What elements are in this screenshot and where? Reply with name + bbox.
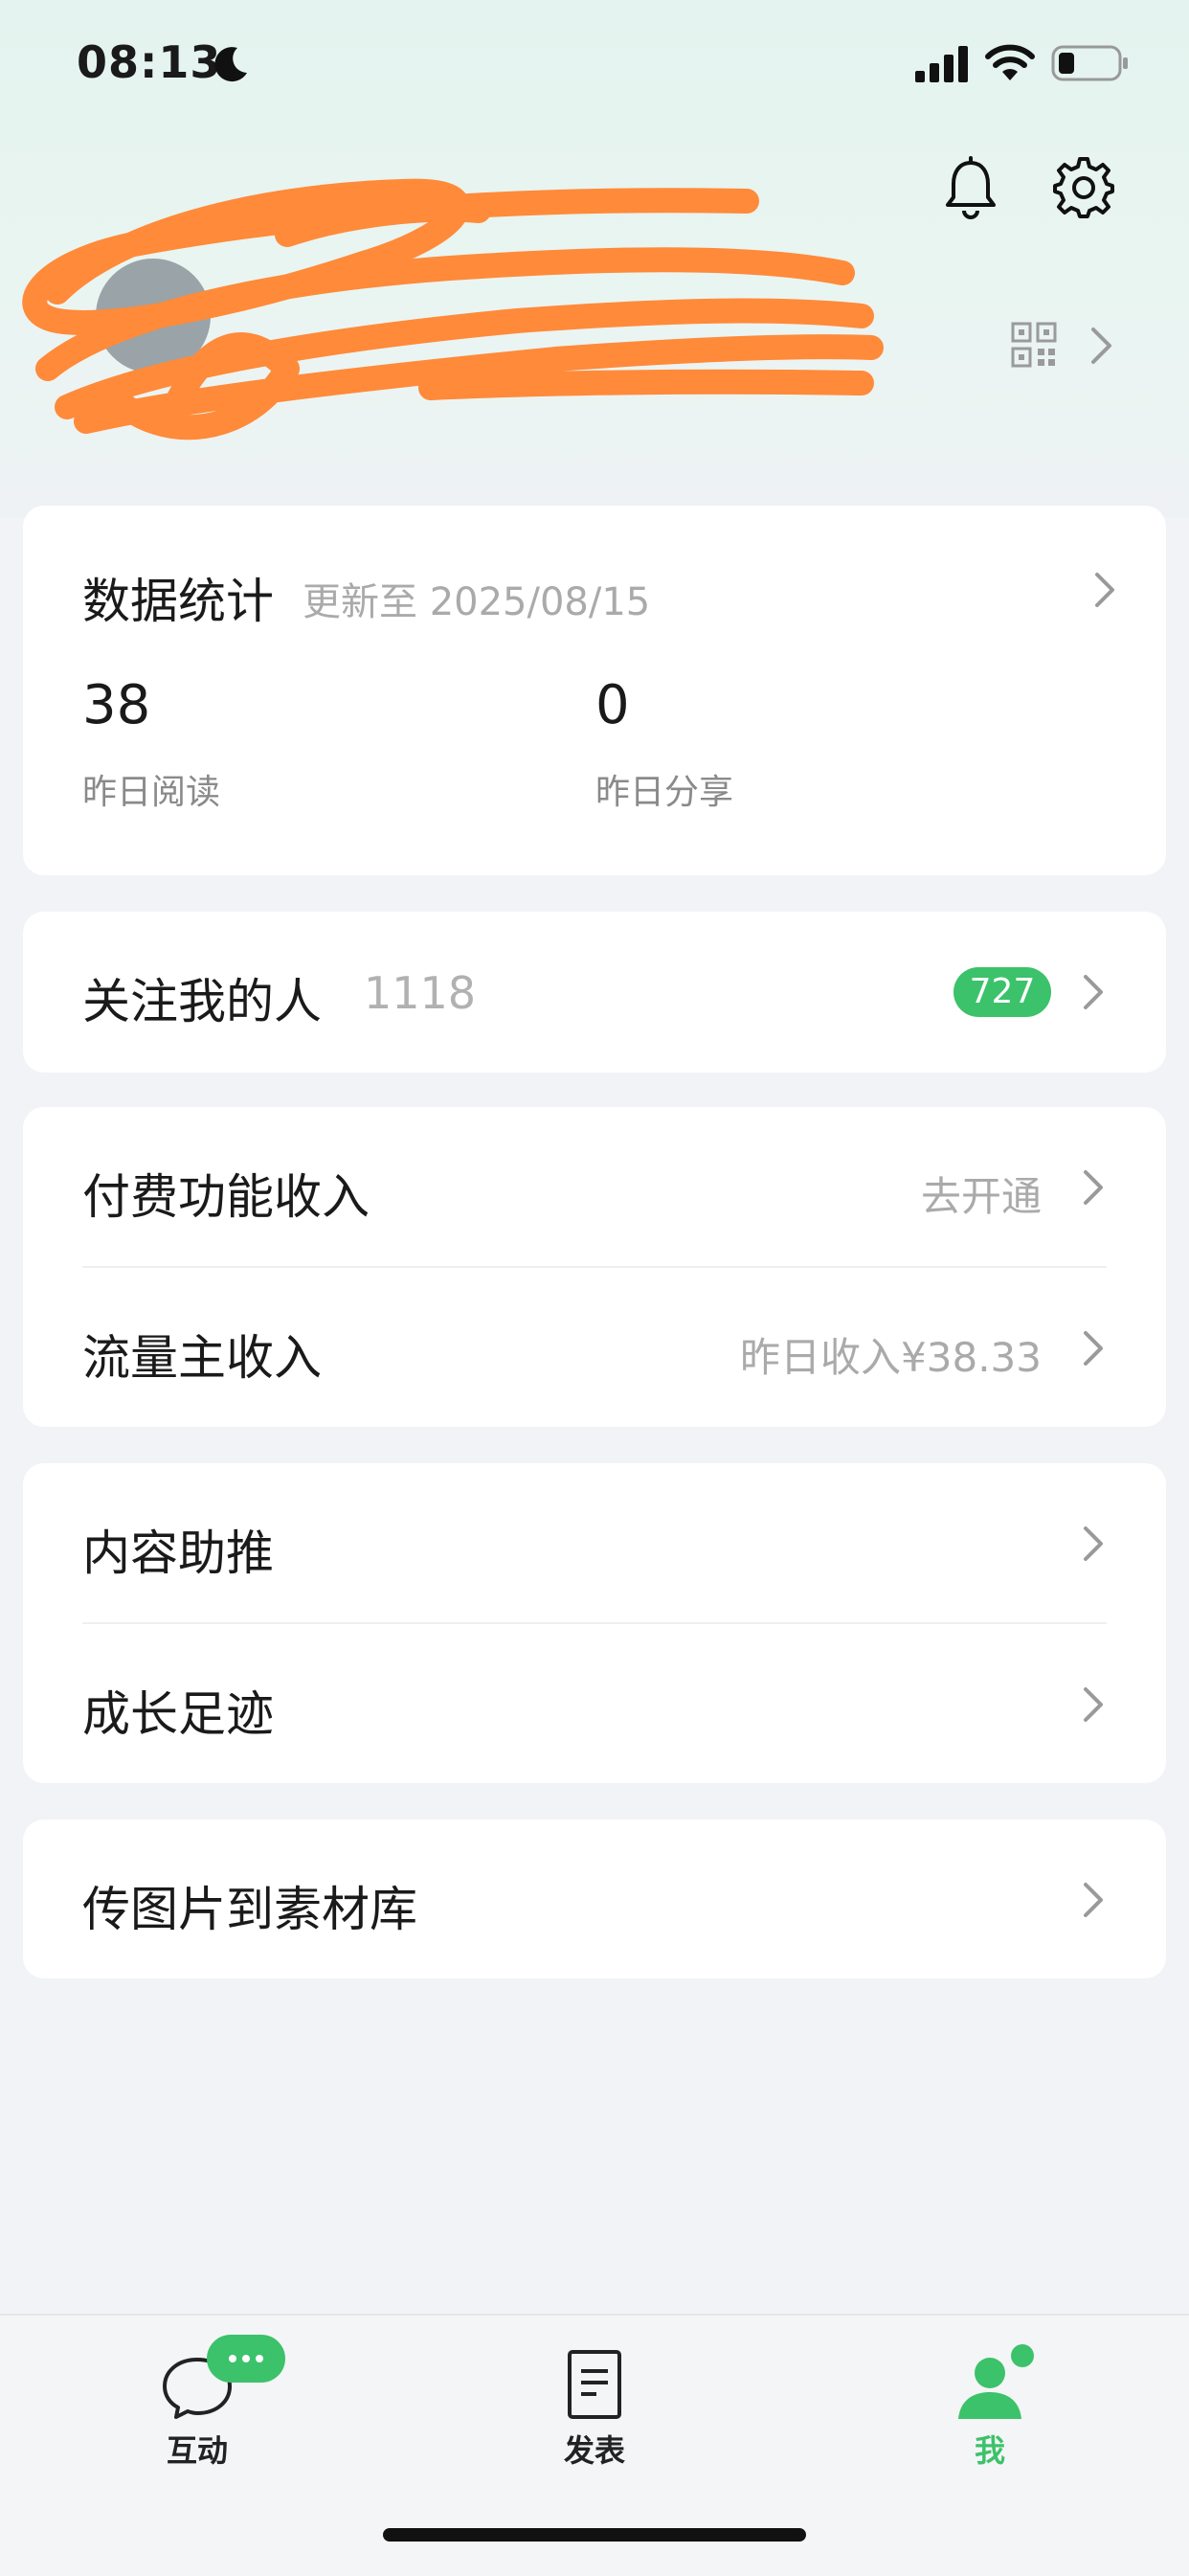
- data-statistics-card[interactable]: 数据统计 更新至 2025/08/15 38 昨日阅读 0 昨日分享: [23, 506, 1166, 875]
- moon-icon: [214, 47, 247, 82]
- followers-row[interactable]: 关注我的人 1118 727: [23, 912, 1166, 1073]
- traffic-host-income-label: 流量主收入: [82, 1330, 322, 1386]
- notification-dot: [1011, 2344, 1034, 2367]
- yesterday-income-value: 昨日收入¥38.33: [740, 1334, 1042, 1381]
- tab-publish-label: 发表: [563, 2432, 625, 2469]
- yesterday-reads-label: 昨日阅读: [82, 773, 221, 812]
- stats-updated-date: 更新至 2025/08/15: [303, 580, 651, 624]
- status-time: 08:13: [77, 36, 222, 88]
- followers-label: 关注我的人: [82, 974, 322, 1029]
- upload-to-library-label: 传图片到素材库: [82, 1882, 417, 1937]
- activate-link[interactable]: 去开通: [921, 1164, 1042, 1223]
- chevron-right-icon: [1091, 328, 1111, 364]
- chevron-right-icon: [1084, 1687, 1103, 1722]
- new-followers-badge: 727: [953, 967, 1051, 1017]
- tab-publish[interactable]: 发表: [499, 2316, 690, 2488]
- chevron-right-icon: [1084, 1883, 1103, 1917]
- growth-footprint-row[interactable]: 成长足迹: [23, 1624, 1166, 1783]
- upload-to-library-row[interactable]: 传图片到素材库: [23, 1819, 1166, 1978]
- qr-code-icon[interactable]: [1011, 322, 1057, 368]
- chat-badge: [207, 2335, 285, 2383]
- tab-me-label: 我: [974, 2432, 1005, 2469]
- status-bar: 08:13: [0, 0, 1189, 134]
- home-indicator: [383, 2528, 806, 2542]
- avatar[interactable]: [96, 259, 211, 373]
- traffic-host-income-row[interactable]: 流量主收入 昨日收入¥38.33: [23, 1268, 1166, 1427]
- yesterday-reads-value: 38: [82, 674, 151, 736]
- chevron-right-icon: [1095, 573, 1114, 607]
- income-card: 付费功能收入 去开通 流量主收入 昨日收入¥38.33: [23, 1107, 1166, 1427]
- cellular-signal-icon: [915, 46, 968, 82]
- content-boost-label: 内容助推: [82, 1525, 274, 1581]
- paid-features-income-row[interactable]: 付费功能收入 去开通: [23, 1107, 1166, 1266]
- tools-card: 内容助推 成长足迹: [23, 1463, 1166, 1783]
- battery-icon: [1051, 45, 1128, 81]
- yesterday-shares-label: 昨日分享: [595, 773, 734, 812]
- content-boost-row[interactable]: 内容助推: [23, 1463, 1166, 1622]
- ellipsis-icon: [229, 2355, 263, 2362]
- chevron-right-icon: [1084, 1331, 1103, 1366]
- tab-me[interactable]: 我: [894, 2316, 1086, 2488]
- gear-icon[interactable]: [1051, 155, 1116, 220]
- stats-title: 数据统计: [82, 574, 274, 629]
- wifi-icon: [985, 44, 1035, 80]
- chevron-right-icon: [1084, 1526, 1103, 1561]
- chevron-right-icon: [1084, 975, 1103, 1009]
- profile-section[interactable]: [0, 239, 1189, 460]
- growth-footprint-label: 成长足迹: [82, 1686, 274, 1742]
- chevron-right-icon: [1084, 1170, 1103, 1205]
- paid-features-income-label: 付费功能收入: [82, 1169, 370, 1225]
- yesterday-shares-value: 0: [595, 674, 630, 736]
- followers-count: 1118: [364, 967, 477, 1019]
- bell-icon[interactable]: [938, 155, 1003, 220]
- document-icon: [568, 2350, 621, 2419]
- tab-interaction-label: 互动: [166, 2432, 228, 2469]
